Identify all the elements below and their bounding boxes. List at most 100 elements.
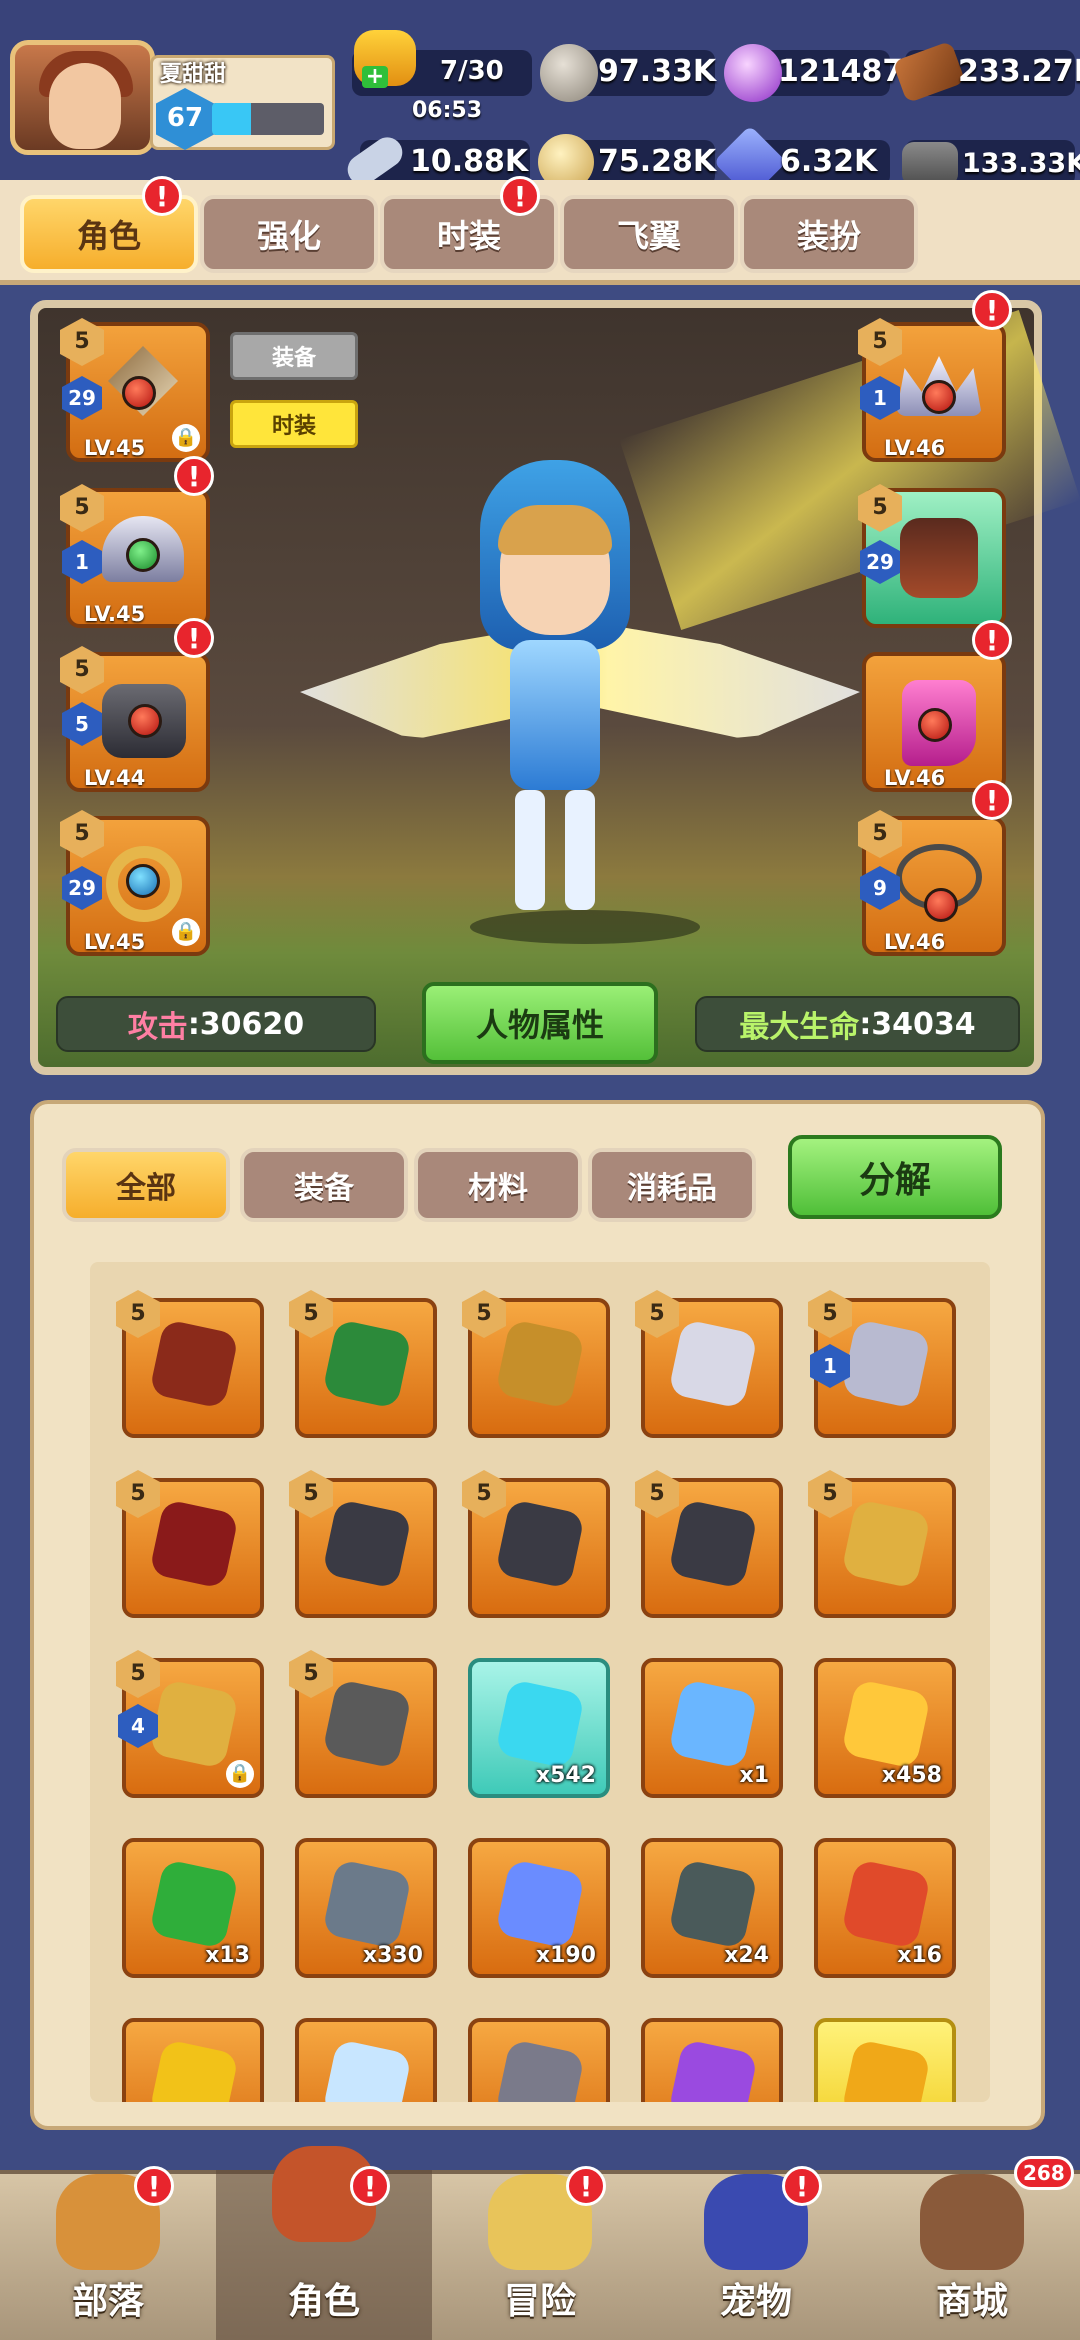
equip-slot-boots[interactable]: LV.46	[862, 652, 1006, 792]
slot-level: LV.45	[84, 602, 146, 626]
slot-alert-icon: !	[174, 618, 214, 658]
nav-badge: !	[134, 2166, 174, 2206]
inventory-tab-all[interactable]: 全部	[62, 1148, 230, 1222]
nav-character[interactable]: 角色!	[216, 2146, 432, 2340]
decompose-button[interactable]: 分解	[788, 1135, 1002, 1219]
inventory-slot[interactable]	[814, 2018, 956, 2102]
player-name: 夏甜甜	[160, 62, 227, 87]
inventory-slot[interactable]	[122, 2018, 264, 2102]
resource-crystal-value: 6.32K	[780, 144, 878, 179]
armor-icon	[667, 1498, 759, 1590]
armor-icon	[321, 1498, 413, 1590]
hero-right-leg	[565, 790, 595, 910]
resource-gem-value: 121487	[778, 54, 904, 89]
gold-emblem-icon	[148, 2038, 240, 2102]
purple-gem-icon	[724, 44, 782, 102]
potion-jar-icon	[840, 1678, 932, 1770]
crossbow-icon	[321, 1318, 413, 1410]
resource-bone-value: 10.88K	[410, 144, 529, 179]
character-attributes-button[interactable]: 人物属性	[422, 982, 658, 1064]
anvil-icon	[494, 2038, 586, 2102]
nav-tribe[interactable]: 部落!	[0, 2166, 216, 2340]
socket-gem-icon	[128, 704, 162, 738]
hammer-icon	[321, 1858, 413, 1950]
max-hp-label: 最大生命	[739, 1010, 860, 1045]
view-fashion-button[interactable]: 时装	[230, 400, 358, 448]
tab-dressup[interactable]: 装扮	[740, 195, 918, 273]
gloves-icon	[900, 518, 978, 598]
inventory-slot[interactable]: x542	[468, 1658, 610, 1798]
hero-left-leg	[515, 790, 545, 910]
add-stamina-icon[interactable]: +	[362, 66, 388, 88]
nav-badge: !	[782, 2166, 822, 2206]
gold-shard-icon	[840, 2038, 932, 2102]
item-quantity: x458	[881, 1763, 942, 1788]
nav-map[interactable]: 冒险!	[432, 2166, 648, 2340]
inventory-tab-materials[interactable]: 材料	[414, 1148, 582, 1222]
slot-alert-icon: !	[972, 780, 1012, 820]
item-quantity: x24	[724, 1943, 769, 1968]
stone-coin-icon	[540, 44, 598, 102]
attack-label: 攻击	[127, 1010, 188, 1045]
green-potion-icon	[148, 1858, 240, 1950]
view-equip-button[interactable]: 装备	[230, 332, 358, 380]
item-quantity: x190	[535, 1943, 596, 1968]
xp-bar	[212, 103, 324, 135]
inventory-slot[interactable]	[641, 2018, 783, 2102]
inventory-slot[interactable]: x13	[122, 1838, 264, 1978]
nav-label: 角色	[287, 2281, 360, 2322]
nav-label: 部落	[71, 2281, 144, 2322]
inventory-tab-consumables[interactable]: 消耗品	[588, 1148, 756, 1222]
resource-gold-ore-value: 75.28K	[598, 144, 717, 179]
slot-level: LV.44	[84, 766, 146, 790]
stamina-value: 7/30	[440, 56, 504, 86]
inventory-slot[interactable]: x16	[814, 1838, 956, 1978]
socket-gem-icon	[918, 708, 952, 742]
inventory-slot[interactable]: x1	[641, 1658, 783, 1798]
nav-shop[interactable]: 商城 268	[864, 2156, 1080, 2340]
purple-shard-icon	[667, 2038, 759, 2102]
attack-stat: 攻击:30620	[56, 996, 376, 1052]
inventory-slot[interactable]	[468, 2018, 610, 2102]
max-hp-stat: 最大生命:34034	[695, 996, 1020, 1052]
slot-alert-icon: !	[972, 290, 1012, 330]
slot-alert-icon: !	[174, 456, 214, 496]
red-crystal-icon	[840, 1858, 932, 1950]
item-quantity: x542	[535, 1763, 596, 1788]
armor-icon	[494, 1498, 586, 1590]
inventory-slot[interactable]: x330	[295, 1838, 437, 1978]
item-quantity: x13	[205, 1943, 250, 1968]
blue-gem-icon	[494, 1858, 586, 1950]
ring-icon	[148, 1678, 240, 1770]
staff-icon	[494, 1318, 586, 1410]
stamina-timer: 06:53	[412, 98, 483, 123]
nav-pet[interactable]: 宠物!	[648, 2166, 864, 2340]
tab-wings[interactable]: 飞翼	[560, 195, 738, 273]
tab-fashion-alert-icon: !	[500, 176, 540, 216]
nav-badge: !	[566, 2166, 606, 2206]
socket-gem-icon	[126, 864, 160, 898]
nav-label: 商城	[935, 2281, 1008, 2322]
hero-hair	[498, 505, 612, 555]
player-avatar[interactable]	[10, 40, 155, 155]
socket-gem-icon	[922, 380, 956, 414]
resource-stone-value: 97.33K	[598, 54, 717, 89]
player-level: 67	[166, 103, 204, 133]
diamond-icon	[321, 2038, 413, 2102]
resource-wood-value: 233.27K	[958, 54, 1080, 89]
tab-enhance[interactable]: 强化	[200, 195, 378, 273]
inventory-slot[interactable]: x458	[814, 1658, 956, 1798]
hero-shadow	[470, 910, 700, 944]
slot-level: LV.46	[884, 766, 946, 790]
inventory-slot[interactable]: x190	[468, 1838, 610, 1978]
ring-icon	[840, 1498, 932, 1590]
inventory-slot[interactable]: x24	[641, 1838, 783, 1978]
inventory-slot[interactable]	[295, 2018, 437, 2102]
lock-icon: 🔒	[226, 1760, 254, 1788]
avatar-face	[49, 63, 121, 149]
slot-level: LV.46	[884, 436, 946, 460]
lock-icon: 🔒	[172, 424, 200, 452]
slot-level: LV.46	[884, 930, 946, 954]
nav-badge: !	[350, 2166, 390, 2206]
inventory-tab-equipment[interactable]: 装备	[240, 1148, 408, 1222]
